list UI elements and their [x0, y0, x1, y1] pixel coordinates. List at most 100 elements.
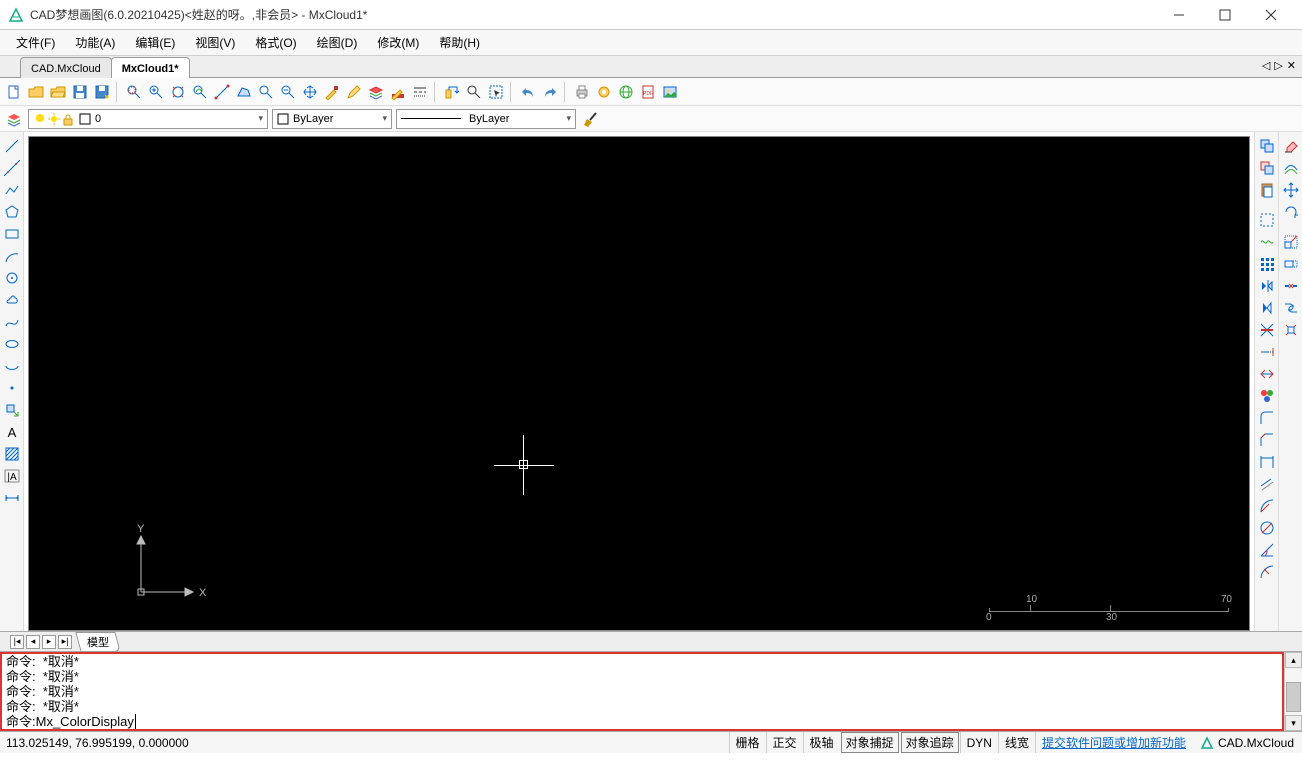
block-insert-icon[interactable] [2, 400, 22, 420]
rectangle-icon[interactable] [2, 224, 22, 244]
feedback-link[interactable]: 提交软件问题或增加新功能 [1035, 732, 1192, 753]
saveas-icon[interactable] [92, 82, 112, 102]
stretch-icon[interactable] [1281, 254, 1301, 274]
command-input[interactable]: 命令: Mx_ColorDisplay [6, 714, 206, 729]
status-ortho[interactable]: 正交 [766, 732, 803, 753]
hatch-icon[interactable] [2, 444, 22, 464]
drawing-canvas[interactable]: X Y 10 70 0 30 [29, 137, 1249, 630]
arc-icon[interactable] [2, 246, 22, 266]
dist-icon[interactable] [212, 82, 232, 102]
copy-icon[interactable] [1257, 136, 1277, 156]
redo-icon[interactable] [540, 82, 560, 102]
web-icon[interactable] [616, 82, 636, 102]
tab-cadmxcloud[interactable]: CAD.MxCloud [20, 57, 112, 78]
point-icon[interactable] [2, 378, 22, 398]
status-grid[interactable]: 栅格 [729, 732, 766, 753]
brush-icon[interactable] [580, 109, 600, 129]
zoom-window-icon[interactable] [124, 82, 144, 102]
maximize-button[interactable] [1202, 1, 1248, 29]
dim-angular-icon[interactable] [1257, 540, 1277, 560]
dimension-icon[interactable] [2, 488, 22, 508]
line-icon[interactable] [2, 136, 22, 156]
ellipse-arc-icon[interactable] [2, 356, 22, 376]
zoom-entity-icon[interactable] [190, 82, 210, 102]
menu-edit[interactable]: 编辑(E) [125, 31, 185, 54]
select-icon[interactable] [486, 82, 506, 102]
spline-icon[interactable] [2, 312, 22, 332]
break-icon[interactable] [1281, 276, 1301, 296]
print-icon[interactable] [572, 82, 592, 102]
new-icon[interactable] [4, 82, 24, 102]
flip-icon[interactable] [1257, 298, 1277, 318]
paste-icon[interactable] [1257, 180, 1277, 200]
command-history[interactable]: 命令: *取消* 命令: *取消* 命令: *取消* 命令: *取消* 命令: … [0, 652, 210, 731]
minimize-button[interactable] [1156, 1, 1202, 29]
menu-modify[interactable]: 修改(M) [367, 31, 429, 54]
ellipse-icon[interactable] [2, 334, 22, 354]
status-lwt[interactable]: 线宽 [998, 732, 1035, 753]
save-icon[interactable] [70, 82, 90, 102]
extend-icon[interactable] [1257, 342, 1277, 362]
menu-func[interactable]: 功能(A) [65, 31, 125, 54]
edit-icon[interactable] [344, 82, 364, 102]
scroll-thumb[interactable] [1286, 682, 1301, 712]
color-icon[interactable] [388, 82, 408, 102]
dim-arc-icon[interactable] [1257, 562, 1277, 582]
zoom-out-icon[interactable] [278, 82, 298, 102]
open2-icon[interactable] [48, 82, 68, 102]
revcloud-icon[interactable] [2, 290, 22, 310]
text-icon[interactable]: A [2, 422, 22, 442]
linetype-icon[interactable] [410, 82, 430, 102]
properties-icon[interactable] [322, 82, 342, 102]
fillet-icon[interactable] [1257, 408, 1277, 428]
xline-icon[interactable] [2, 158, 22, 178]
layer-select[interactable]: 0 ▾ [28, 109, 268, 129]
tab-close-icon[interactable]: ✕ [1287, 59, 1296, 72]
dim-linear-icon[interactable] [1257, 452, 1277, 472]
image-icon[interactable] [660, 82, 680, 102]
menu-view[interactable]: 视图(V) [185, 31, 245, 54]
selectall-icon[interactable] [1257, 210, 1277, 230]
tab-next-icon[interactable]: ▷ [1274, 59, 1282, 72]
layout-first-icon[interactable]: |◂ [10, 635, 24, 649]
zoom-in-icon[interactable] [146, 82, 166, 102]
menu-format[interactable]: 格式(O) [245, 31, 306, 54]
rotate-icon[interactable] [1281, 202, 1301, 222]
menu-file[interactable]: 文件(F) [6, 31, 65, 54]
pan-icon[interactable] [300, 82, 320, 102]
color-select[interactable]: ByLayer ▾ [272, 109, 392, 129]
mirror-icon[interactable] [1257, 276, 1277, 296]
color-pick-icon[interactable] [1257, 386, 1277, 406]
mtext-icon[interactable]: |A [2, 466, 22, 486]
zoom-extents-icon[interactable] [168, 82, 188, 102]
scroll-down-icon[interactable]: ▾ [1285, 715, 1302, 731]
join-icon[interactable] [1281, 298, 1301, 318]
area-icon[interactable] [234, 82, 254, 102]
move-icon[interactable] [1281, 180, 1301, 200]
array-icon[interactable] [1257, 254, 1277, 274]
status-otrack[interactable]: 对象追踪 [901, 732, 959, 753]
status-osnap[interactable]: 对象捕捉 [841, 732, 899, 753]
trim-icon[interactable] [1257, 320, 1277, 340]
offset-icon[interactable] [1281, 158, 1301, 178]
pdf-icon[interactable]: PDF [638, 82, 658, 102]
layout-prev-icon[interactable]: ◂ [26, 635, 40, 649]
command-scrollbar[interactable]: ▴ ▾ [1284, 652, 1302, 731]
tab-model[interactable]: 模型 [75, 632, 120, 652]
tab-mxcloud1[interactable]: MxCloud1* [111, 57, 190, 78]
undo-icon[interactable] [518, 82, 538, 102]
dim-radius-icon[interactable] [1257, 496, 1277, 516]
linetype-select[interactable]: ByLayer ▾ [396, 109, 576, 129]
open-icon[interactable] [26, 82, 46, 102]
explode-icon[interactable] [1281, 320, 1301, 340]
zoom-realtime-icon[interactable] [256, 82, 276, 102]
dim-diameter-icon[interactable] [1257, 518, 1277, 538]
erase-icon[interactable] [1281, 136, 1301, 156]
settings-icon[interactable] [594, 82, 614, 102]
chamfer-icon[interactable] [1257, 430, 1277, 450]
layers-icon[interactable] [366, 82, 386, 102]
tab-prev-icon[interactable]: ◁ [1262, 59, 1270, 72]
scale-icon[interactable] [1281, 232, 1301, 252]
matchprop-icon[interactable] [442, 82, 462, 102]
scroll-up-icon[interactable]: ▴ [1285, 652, 1302, 668]
